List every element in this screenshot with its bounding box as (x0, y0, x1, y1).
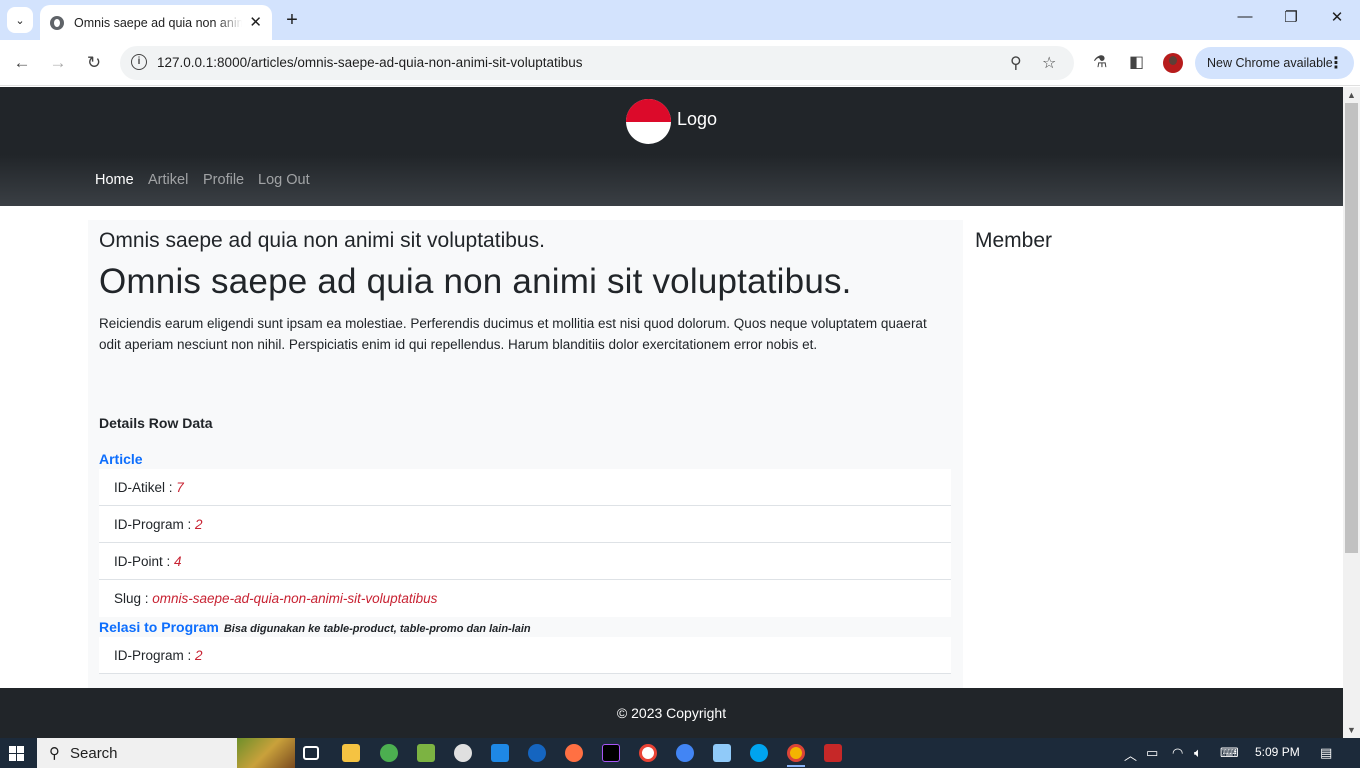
laragon-icon[interactable] (380, 744, 398, 762)
zoom-icon[interactable]: ⚲ (1010, 53, 1022, 73)
tab-search-button[interactable]: ⌄ (7, 7, 33, 33)
restore-button[interactable]: ❐ (1268, 8, 1314, 26)
details-title: Details Row Data (99, 415, 213, 431)
scrollbar-thumb[interactable] (1345, 103, 1358, 553)
taskbar-search[interactable]: ⚲ Search (37, 738, 295, 768)
url-text[interactable]: 127.0.0.1:8000/articles/omnis-saepe-ad-q… (157, 55, 582, 70)
battery-icon[interactable]: ▭ (1146, 745, 1158, 761)
side-panel-icon[interactable]: ◧ (1129, 52, 1144, 72)
back-icon[interactable]: ← (9, 50, 35, 76)
active-app-indicator (787, 765, 805, 767)
volume-icon[interactable]: 🔈︎ (1194, 745, 1202, 761)
windows-taskbar: ⚲ Search ︿ ▭ ◠ 🔈︎ ⌨︎ 5:09 PM ▤ (0, 738, 1360, 768)
new-tab-button[interactable]: + (279, 7, 305, 33)
git-app-icon[interactable] (454, 744, 472, 762)
firefox-dev-icon[interactable] (528, 744, 546, 762)
article-section-title: Article (99, 451, 143, 467)
chevron-down-icon: ⌄ (15, 14, 25, 27)
forward-icon[interactable]: → (45, 50, 71, 76)
phpstorm-icon[interactable] (602, 744, 620, 762)
menu-dots-icon[interactable]: ⋮ (1328, 53, 1344, 73)
list-item: ID-Program : 2 (99, 637, 951, 674)
taskbar-clock[interactable]: 5:09 PM (1255, 745, 1300, 759)
browser-tab[interactable]: Omnis saepe ad quia non animi sit volupt… (40, 5, 272, 40)
task-view-icon[interactable] (303, 746, 319, 760)
nav-logout[interactable]: Log Out (258, 172, 310, 188)
tab-title: Omnis saepe ad quia non animi sit volupt… (74, 15, 242, 30)
update-label: New Chrome available (1207, 56, 1333, 70)
bookmark-star-icon[interactable]: ☆ (1042, 53, 1056, 73)
notepad-icon[interactable] (713, 744, 731, 762)
chrome-canary-icon[interactable] (676, 744, 694, 762)
scroll-down-icon[interactable]: ▼ (1347, 725, 1356, 735)
logo-text[interactable]: Logo (677, 109, 717, 130)
chrome-icon[interactable] (639, 744, 657, 762)
logo-flag-icon[interactable] (626, 99, 671, 144)
article-heading-small: Omnis saepe ad quia non animi sit volupt… (99, 229, 545, 252)
scroll-up-icon[interactable]: ▲ (1347, 90, 1356, 100)
tab-close-icon[interactable]: ✕ (249, 13, 262, 31)
list-item: ID-Atikel : 7 (99, 469, 951, 506)
sidebar-member-title: Member (975, 229, 1053, 252)
search-highlight-image (237, 738, 295, 768)
relasi-details-list: ID-Program : 2 (99, 637, 951, 674)
address-bar[interactable]: i 127.0.0.1:8000/articles/omnis-saepe-ad… (120, 46, 1074, 80)
globe-icon (50, 15, 64, 30)
chrome-active-icon[interactable] (787, 744, 805, 762)
list-item: ID-Program : 2 (99, 506, 951, 543)
firefox-icon[interactable] (565, 744, 583, 762)
site-info-icon[interactable]: i (131, 54, 147, 70)
profile-avatar[interactable] (1163, 53, 1183, 73)
article-details-list: ID-Atikel : 7 ID-Program : 2 ID-Point : … (99, 469, 951, 617)
relasi-title-text: Relasi to Program (99, 619, 219, 635)
site-footer: © 2023 Copyright (0, 688, 1343, 738)
minimize-button[interactable]: — (1222, 8, 1268, 25)
site-header: Logo (0, 87, 1343, 155)
notifications-icon[interactable]: ▤ (1320, 745, 1332, 761)
file-explorer-icon[interactable] (342, 744, 360, 762)
browser-tab-bar: ⌄ Omnis saepe ad quia non animi sit volu… (0, 0, 1360, 40)
relasi-note: Bisa digunakan ke table-product, table-p… (223, 623, 531, 635)
page-viewport: Logo Home Artikel Profile Log Out Omnis … (0, 87, 1343, 738)
windows-start-icon[interactable] (9, 746, 24, 761)
reload-icon[interactable]: ↻ (81, 50, 107, 76)
list-item: Slug : omnis-saepe-ad-quia-non-animi-sit… (114, 591, 438, 606)
close-window-button[interactable]: ✕ (1314, 8, 1360, 26)
edge-icon[interactable] (750, 744, 768, 762)
search-icon: ⚲ (49, 745, 60, 762)
vscode-icon[interactable] (491, 744, 509, 762)
chrome-update-button[interactable]: New Chrome available ⋮ (1195, 47, 1354, 79)
browser-toolbar: ← → ↻ i 127.0.0.1:8000/articles/omnis-sa… (0, 40, 1360, 86)
site-nav: Home Artikel Profile Log Out (0, 155, 1343, 206)
article-content: Omnis saepe ad quia non animi sit volupt… (88, 220, 963, 738)
nav-home[interactable]: Home (95, 172, 134, 188)
winrar-icon[interactable] (824, 744, 842, 762)
wifi-icon[interactable]: ◠ (1172, 745, 1183, 761)
relasi-section-title: Relasi to Program Bisa digunakan ke table… (99, 619, 531, 635)
labs-flask-icon[interactable]: ⚗ (1093, 52, 1107, 72)
taskbar-search-label: Search (70, 744, 118, 762)
nav-profile[interactable]: Profile (203, 172, 244, 188)
keyboard-icon[interactable]: ⌨︎ (1220, 745, 1239, 761)
article-body: Reiciendis earum eligendi sunt ipsam ea … (99, 316, 927, 352)
nav-artikel[interactable]: Artikel (148, 172, 188, 188)
list-item: ID-Point : 4 (99, 543, 951, 580)
lambda-app-icon[interactable] (417, 744, 435, 762)
tray-chevron-icon[interactable]: ︿ (1124, 745, 1137, 764)
article-heading-big: Omnis saepe ad quia non animi sit volupt… (99, 262, 852, 301)
page-scrollbar[interactable]: ▲ ▼ (1343, 87, 1360, 738)
